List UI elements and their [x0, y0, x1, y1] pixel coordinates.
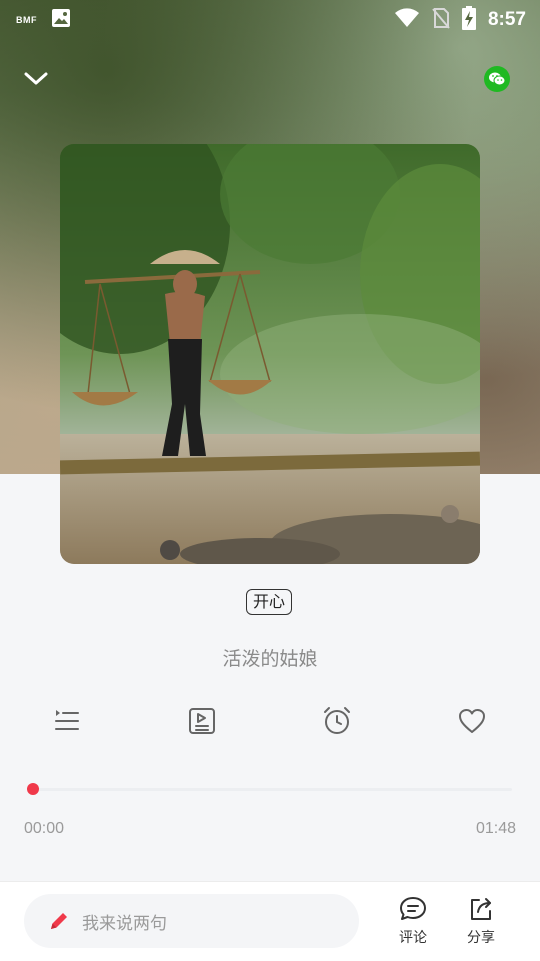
comment-button[interactable]: 评论 — [388, 896, 438, 947]
mood-tag: 开心 — [246, 589, 292, 615]
current-time: 00:00 — [24, 820, 65, 837]
album-cover-image — [60, 144, 480, 564]
favorite-button[interactable] — [455, 704, 489, 738]
playlist-button[interactable] — [50, 704, 84, 738]
pencil-icon — [51, 913, 67, 929]
status-bar: BMF 8:57 — [0, 0, 540, 38]
lyrics-icon — [189, 708, 215, 734]
album-cover — [60, 144, 480, 564]
carrier-logo: BMF — [16, 15, 37, 25]
song-title: 活泼的姑娘 — [222, 648, 318, 670]
progress-bar[interactable] — [27, 783, 512, 795]
action-row — [0, 704, 540, 740]
chevron-down-icon — [24, 72, 48, 85]
comment-icon — [400, 897, 426, 920]
no-sim-icon — [432, 7, 450, 33]
alarm-clock-icon — [324, 707, 350, 734]
share-button[interactable]: 分享 — [456, 896, 506, 947]
wechat-icon — [489, 72, 506, 86]
total-time: 01:48 — [475, 820, 516, 837]
gallery-icon — [51, 8, 71, 32]
top-bar — [0, 56, 540, 100]
bottom-bar: 我来说两句 评论 分享 — [0, 881, 540, 961]
comment-input[interactable]: 我来说两句 — [24, 894, 359, 948]
comment-placeholder: 我来说两句 — [82, 913, 167, 934]
wechat-share-button[interactable] — [484, 66, 510, 92]
heart-icon — [459, 709, 485, 733]
status-time: 8:57 — [487, 9, 526, 30]
share-label: 分享 — [467, 930, 495, 946]
lyrics-button[interactable] — [185, 704, 219, 738]
progress-thumb[interactable] — [27, 783, 39, 795]
wifi-icon — [394, 8, 420, 32]
share-icon — [471, 898, 491, 920]
collapse-button[interactable] — [20, 62, 52, 94]
comment-label: 评论 — [399, 930, 427, 946]
battery-charging-icon — [461, 6, 476, 34]
alarm-button[interactable] — [320, 704, 354, 738]
playlist-icon — [55, 710, 79, 730]
